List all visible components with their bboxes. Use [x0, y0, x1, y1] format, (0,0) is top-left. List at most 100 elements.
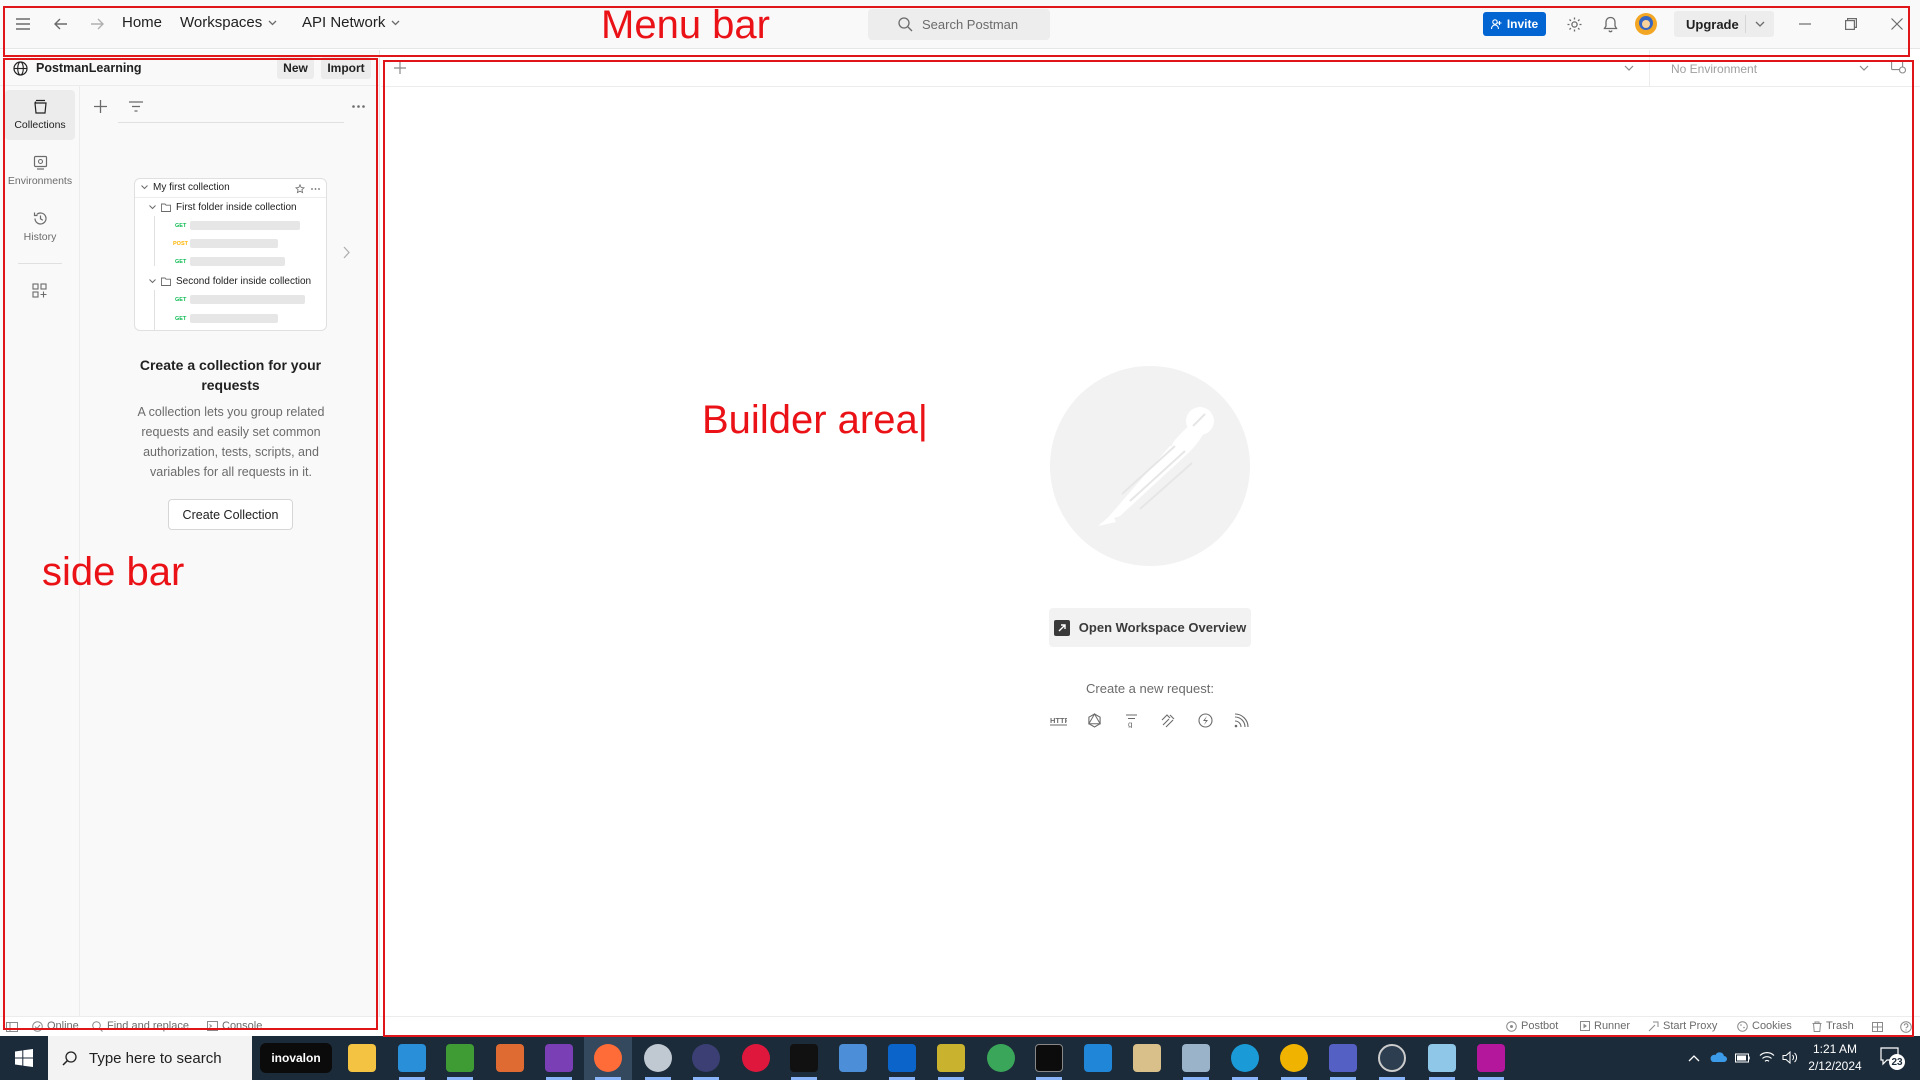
close-window-icon[interactable] [1882, 9, 1912, 39]
wifi-icon[interactable] [1759, 1051, 1775, 1064]
sidebar-item-collections[interactable]: Collections [5, 90, 75, 140]
chevron-down-icon[interactable] [1755, 21, 1765, 27]
runner-button[interactable]: Runner [1580, 1020, 1630, 1032]
postbot-icon [1506, 1020, 1517, 1032]
websocket-icon[interactable] [1157, 709, 1179, 731]
battery-icon[interactable] [1735, 1052, 1751, 1063]
illustration-folder2-name: Second folder inside collection [176, 276, 312, 287]
mqtt-icon[interactable] [1231, 709, 1253, 731]
runner-icon [1580, 1021, 1590, 1031]
intellij-icon[interactable] [1477, 1044, 1505, 1072]
layout-icon[interactable] [1872, 1022, 1883, 1032]
find-replace-button[interactable]: Find and replace [92, 1020, 189, 1032]
import-button[interactable]: Import [321, 57, 371, 79]
socketio-icon[interactable] [1194, 709, 1216, 731]
search-icon [92, 1020, 103, 1032]
edge-browser-icon[interactable] [1231, 1044, 1259, 1072]
sidebar-item-environments[interactable]: Environments [5, 146, 75, 196]
nav-home[interactable]: Home [122, 14, 162, 31]
placeholder-bar [190, 295, 305, 304]
avatar[interactable] [1635, 13, 1657, 35]
nav-workspaces[interactable]: Workspaces [180, 14, 277, 31]
onenote-icon[interactable] [545, 1044, 573, 1072]
environment-selector[interactable]: No Environment [1649, 50, 1879, 87]
sidebar-item-history[interactable]: History [5, 202, 75, 252]
upgrade-button[interactable]: Upgrade [1674, 11, 1774, 37]
rail-divider [18, 263, 62, 264]
create-collection-button[interactable]: Create Collection [168, 499, 293, 530]
invite-button[interactable]: Invite [1483, 12, 1546, 36]
trash-button[interactable]: Trash [1812, 1020, 1854, 1032]
http-icon[interactable]: HTTP [1047, 709, 1069, 731]
back-arrow-icon[interactable] [46, 9, 76, 39]
teams-icon[interactable] [1329, 1044, 1357, 1072]
package-app-icon[interactable] [496, 1044, 524, 1072]
eclipse-icon[interactable] [692, 1044, 720, 1072]
graphql-icon[interactable] [1084, 709, 1106, 731]
postbot-button[interactable]: Postbot [1506, 1020, 1558, 1032]
workspace-name[interactable]: PostmanLearning [36, 61, 142, 75]
chevron-right-icon[interactable] [343, 246, 350, 259]
orbit-app-icon[interactable] [1378, 1044, 1406, 1072]
console-button[interactable]: Console [207, 1020, 262, 1032]
chrome-browser-icon[interactable] [1280, 1044, 1308, 1072]
chevron-up-icon[interactable] [1688, 1054, 1700, 1062]
minimize-window-icon[interactable] [1790, 9, 1820, 39]
illustration-collection-row: My first collection [141, 182, 230, 193]
chevron-down-icon[interactable] [1624, 65, 1634, 71]
cloud-app-icon[interactable] [644, 1044, 672, 1072]
environment-quick-look-icon[interactable] [1891, 60, 1907, 74]
open-workspace-overview-button[interactable]: Open Workspace Overview [1049, 608, 1251, 647]
sidebar: PostmanLearning New Import Collections E… [0, 50, 380, 1036]
rider-app-icon[interactable] [790, 1044, 818, 1072]
editor-app-icon[interactable] [1428, 1044, 1456, 1072]
tabs-bar: No Environment [381, 50, 1920, 87]
new-tab-icon[interactable] [394, 62, 406, 74]
start-proxy-label: Start Proxy [1663, 1020, 1718, 1032]
red-app-icon[interactable] [742, 1044, 770, 1072]
people-app-icon[interactable] [398, 1044, 426, 1072]
collections-search-input[interactable] [118, 97, 344, 123]
restore-window-icon[interactable] [1836, 9, 1866, 39]
chevron-down-icon [141, 185, 148, 190]
excel-tool-icon[interactable] [937, 1044, 965, 1072]
terminal-icon[interactable] [1035, 1044, 1063, 1072]
nav-home-label: Home [122, 14, 163, 31]
volume-icon[interactable] [1782, 1051, 1798, 1064]
new-button[interactable]: New [277, 57, 314, 79]
notifications-bell-icon[interactable] [1595, 9, 1625, 39]
notepad-icon[interactable] [1133, 1044, 1161, 1072]
nav-api-network[interactable]: API Network [302, 14, 400, 31]
cookies-button[interactable]: Cookies [1737, 1020, 1792, 1032]
settings-app-icon[interactable] [1182, 1044, 1210, 1072]
windows-start-icon[interactable] [0, 1036, 48, 1080]
snip-app-icon[interactable] [839, 1044, 867, 1072]
vscode-icon[interactable] [1084, 1044, 1112, 1072]
onedrive-cloud-icon[interactable] [1709, 1051, 1727, 1063]
forward-arrow-icon[interactable] [82, 9, 112, 39]
chevron-down-icon [149, 205, 156, 210]
grpc-icon[interactable]: g [1121, 709, 1143, 731]
notification-center-icon[interactable]: 23 [1880, 1047, 1905, 1070]
add-icon[interactable] [94, 100, 107, 113]
sheets-app-icon[interactable] [446, 1044, 474, 1072]
more-options-icon[interactable] [352, 105, 365, 108]
toggle-sidebar-icon[interactable] [6, 1022, 18, 1032]
start-proxy-button[interactable]: Start Proxy [1648, 1020, 1717, 1032]
help-icon[interactable] [1900, 1021, 1912, 1033]
taskbar-search-input[interactable]: Type here to search [48, 1036, 252, 1080]
outlook-icon[interactable] [888, 1044, 916, 1072]
sidebar-item-label: History [23, 231, 57, 243]
online-status[interactable]: Online [32, 1020, 79, 1032]
builder-area-annotation-label: Builder area| [702, 398, 929, 442]
file-explorer-icon[interactable] [348, 1044, 376, 1072]
postman-app-icon[interactable] [594, 1044, 622, 1072]
tree-line [154, 290, 155, 330]
search-input[interactable]: Search Postman [868, 9, 1050, 40]
inovalon-widget[interactable]: inovalon [260, 1043, 332, 1073]
globe-app-icon[interactable] [987, 1044, 1015, 1072]
hamburger-menu-icon[interactable] [8, 9, 38, 39]
taskbar-clock[interactable]: 1:21 AM 2/12/2024 [1804, 1041, 1866, 1075]
settings-gear-icon[interactable] [1559, 9, 1589, 39]
configure-workbench-icon[interactable] [32, 283, 47, 298]
